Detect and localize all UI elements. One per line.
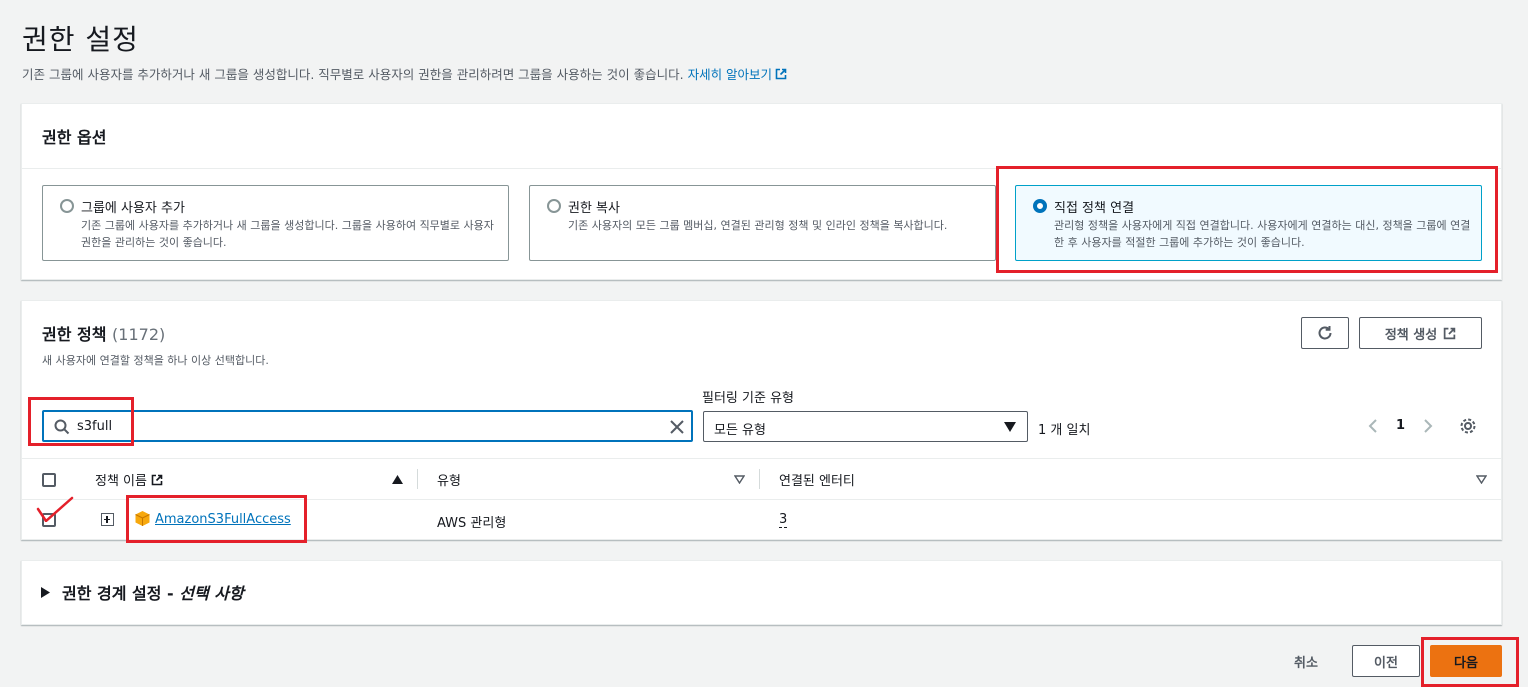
caret-right-icon[interactable] [41, 587, 50, 598]
radio-add-to-group[interactable] [60, 199, 74, 213]
option-title: 권한 복사 [568, 201, 620, 216]
highlight-box-search [28, 397, 134, 446]
option-title: 그룹에 사용자 추가 [81, 201, 185, 216]
filter-label: 필터링 기준 유형 [702, 391, 794, 406]
expand-row-icon[interactable] [101, 513, 114, 526]
boundary-heading: 권한 경계 설정 - 선택 사항 [62, 580, 244, 604]
column-type[interactable]: 유형 [437, 470, 461, 489]
table-divider [22, 458, 1501, 459]
sort-ascending-icon[interactable] [392, 475, 403, 484]
caret-down-icon [1004, 422, 1016, 432]
learn-more-link[interactable]: 자세히 알아보기 [688, 67, 787, 82]
option-desc: 기존 그룹에 사용자를 추가하거나 새 그룹을 생성합니다. 그룹을 사용하여 … [81, 219, 494, 249]
highlight-box-next [1421, 637, 1519, 687]
refresh-icon [1318, 326, 1332, 340]
highlight-box-policy [126, 495, 307, 543]
policy-search-input[interactable]: s3full [42, 410, 693, 442]
column-separator [759, 469, 760, 489]
policies-heading-text: 권한 정책 [42, 325, 107, 344]
filter-type-value: 모든 유형 [714, 423, 766, 438]
permission-options-heading: 권한 옵션 [42, 128, 107, 147]
boundary-heading-text: 권한 경계 설정 - [62, 584, 180, 603]
page-description-text: 기존 그룹에 사용자를 추가하거나 새 그룹을 생성합니다. 직무별로 사용자의… [22, 67, 684, 82]
page-title: 권한 설정 [22, 23, 139, 56]
chevron-left-icon[interactable] [1367, 418, 1379, 434]
select-all-checkbox[interactable] [42, 473, 56, 487]
filter-type-select[interactable]: 모든 유형 [703, 411, 1028, 442]
cancel-button[interactable]: 취소 [1294, 652, 1318, 671]
page-description: 기존 그룹에 사용자를 추가하거나 새 그룹을 생성합니다. 직무별로 사용자의… [22, 64, 787, 83]
option-desc: 기존 사용자의 모든 그룹 멤버십, 연결된 관리형 정책 및 인라인 정책을 … [568, 219, 948, 232]
external-link-icon [1443, 327, 1456, 339]
clear-icon[interactable] [669, 419, 685, 435]
sort-icon[interactable] [734, 475, 745, 484]
option-add-to-group[interactable]: 그룹에 사용자 추가 기존 그룹에 사용자를 추가하거나 새 그룹을 생성합니다… [42, 185, 509, 261]
policy-type: AWS 관리형 [437, 516, 507, 531]
boundary-heading-optional: 선택 사항 [179, 584, 244, 603]
sort-icon[interactable] [1476, 475, 1487, 484]
gear-icon[interactable] [1459, 417, 1477, 435]
create-policy-label: 정책 생성 [1384, 327, 1438, 343]
match-count: 1 개 일치 [1038, 423, 1091, 438]
previous-button[interactable]: 이전 [1352, 645, 1420, 677]
policies-heading: 권한 정책 (1172) [42, 321, 165, 345]
external-link-icon [775, 68, 787, 80]
column-policy-name-label: 정책 이름 [95, 474, 147, 489]
column-policy-name[interactable]: 정책 이름 [95, 470, 163, 489]
policies-count: (1172) [112, 325, 166, 344]
checkmark-annotation-icon [36, 496, 74, 522]
learn-more-label: 자세히 알아보기 [687, 67, 773, 82]
chevron-right-icon[interactable] [1422, 418, 1434, 434]
column-entities[interactable]: 연결된 엔터티 [779, 470, 855, 489]
column-separator [417, 469, 418, 489]
policies-subtitle: 새 사용자에 연결할 정책을 하나 이상 선택합니다. [42, 354, 269, 367]
refresh-button[interactable] [1301, 317, 1349, 349]
radio-copy-permissions[interactable] [547, 199, 561, 213]
attached-entities-count[interactable]: 3 [779, 512, 788, 528]
create-policy-button[interactable]: 정책 생성 [1359, 317, 1482, 349]
highlight-box-attach-option [996, 166, 1498, 273]
permission-boundary-panel[interactable]: 권한 경계 설정 - 선택 사항 [21, 560, 1502, 625]
option-copy-permissions[interactable]: 권한 복사 기존 사용자의 모든 그룹 멤버십, 연결된 관리형 정책 및 인라… [529, 185, 996, 261]
page-number[interactable]: 1 [1396, 418, 1405, 433]
external-link-icon [151, 474, 163, 485]
